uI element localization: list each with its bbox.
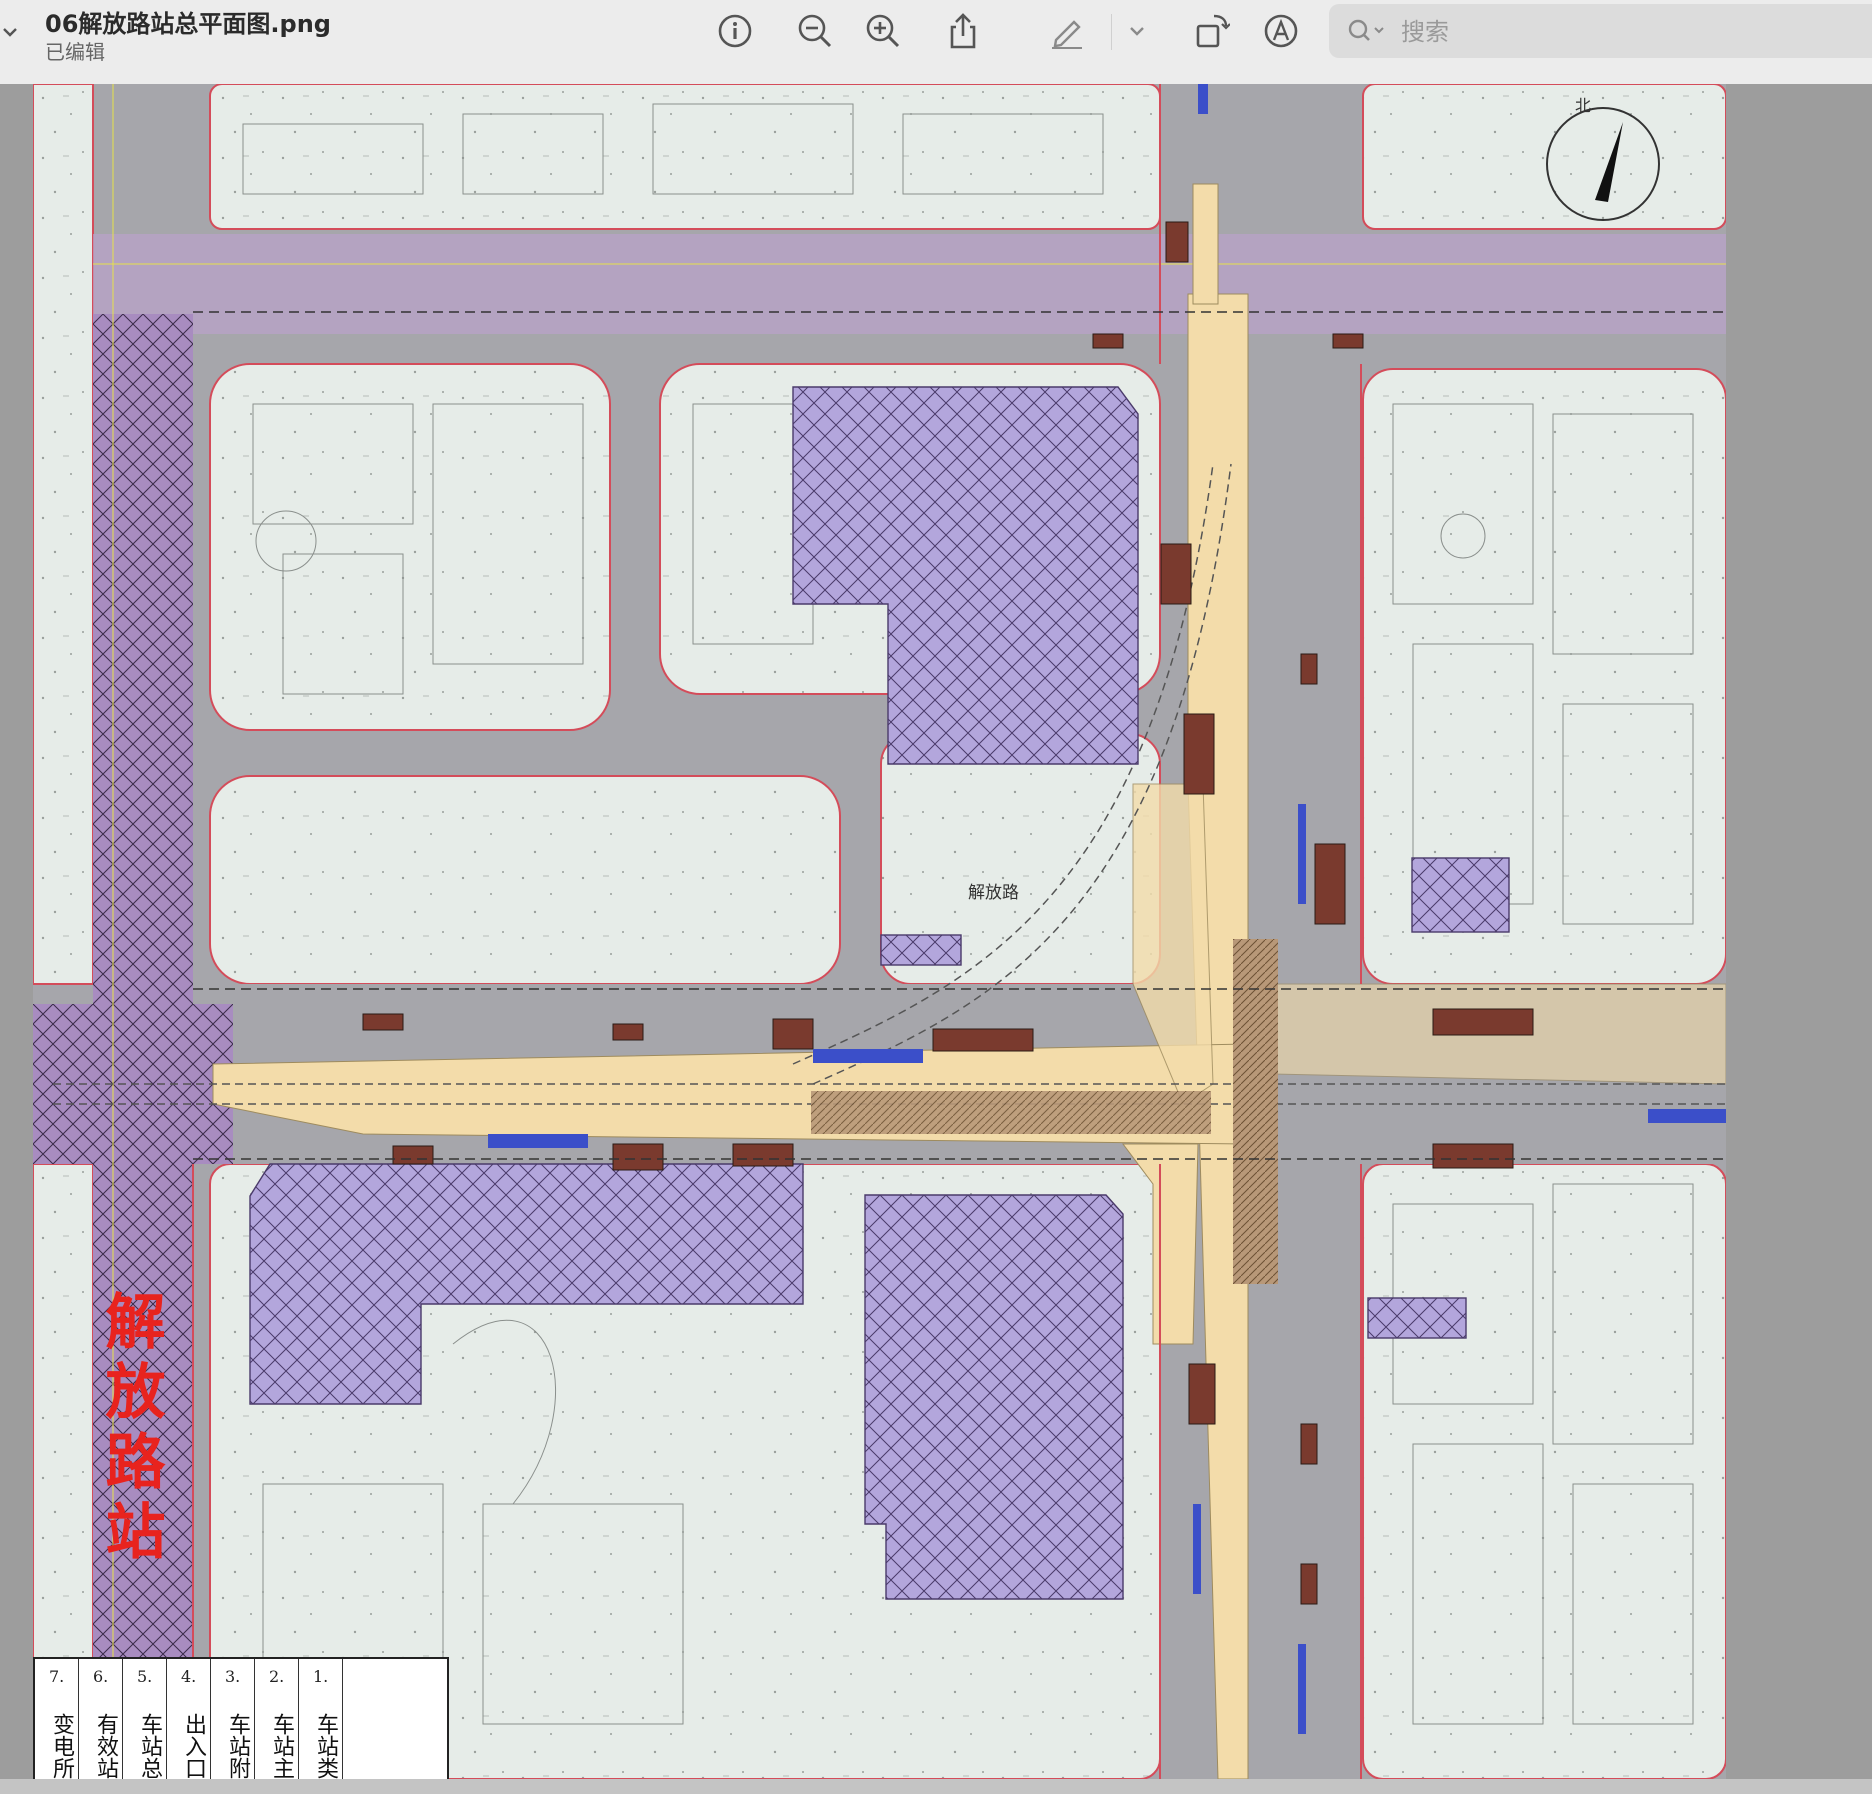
markup-pen-icon [1052, 20, 1082, 49]
share-icon [950, 13, 976, 49]
document-title: 06解放路站总平面图.png [45, 10, 331, 38]
bottom-bar [0, 1779, 1872, 1794]
road-label: 解放路 [968, 883, 1019, 903]
road-purple-top [93, 234, 1726, 334]
site-plan-image [33, 84, 1726, 1779]
legend-item: 4. 出入口 [167, 1659, 211, 1779]
chevron-down-icon[interactable] [0, 20, 20, 44]
legend-item: 3. 车站附 [211, 1659, 255, 1779]
legend-item: 5. 车站总 [123, 1659, 167, 1779]
markup-icon [1264, 14, 1298, 48]
share-button[interactable] [944, 12, 982, 50]
search-icon [1348, 19, 1384, 41]
document-status: 已编辑 [45, 40, 105, 64]
search-input[interactable] [1399, 14, 1863, 50]
info-icon [718, 14, 752, 48]
city-block [1362, 84, 1726, 230]
search-field[interactable] [1329, 4, 1872, 58]
city-block [33, 84, 94, 985]
zoom-in-button[interactable] [864, 12, 902, 50]
toolbar-separator [1111, 14, 1112, 50]
markup-button[interactable] [1262, 12, 1300, 50]
preview-window: 06解放路站总平面图.png 已编辑 搜索 北 解放路 解放路站 7. 变电所 … [0, 0, 1872, 1794]
legend-item: 7. 变电所 [35, 1659, 79, 1779]
city-block [1362, 1163, 1726, 1779]
rotate-button[interactable] [1192, 12, 1231, 50]
toolbar: 06解放路站总平面图.png 已编辑 [0, 0, 1872, 85]
north-label: 北 [1575, 96, 1592, 115]
city-block [209, 775, 841, 985]
station-name-label: 解放路站 [95, 1290, 165, 1570]
platform-band [811, 1091, 1211, 1134]
image-viewport[interactable]: 北 解放路 解放路站 7. 变电所 6. 有效站 5. 车站总 4. 出入口 3… [0, 84, 1872, 1794]
legend-item: 6. 有效站 [79, 1659, 123, 1779]
rotate-icon [1196, 14, 1231, 48]
zoom-in-icon [866, 14, 900, 48]
legend-item: 1. 车站类 [299, 1659, 343, 1779]
platform-band [1233, 939, 1278, 1284]
info-button[interactable] [716, 12, 754, 50]
markup-pen-button[interactable] [1048, 12, 1086, 50]
city-block [209, 363, 611, 731]
legend-item: 2. 车站主 [255, 1659, 299, 1779]
markup-options-button[interactable] [1118, 12, 1156, 50]
chevron-down-icon [1130, 27, 1144, 36]
zoom-out-icon [798, 14, 832, 48]
zoom-out-button[interactable] [796, 12, 834, 50]
legend-table: 7. 变电所 6. 有效站 5. 车站总 4. 出入口 3. 车站附 2. 车站… [33, 1657, 449, 1779]
city-block [209, 84, 1161, 230]
